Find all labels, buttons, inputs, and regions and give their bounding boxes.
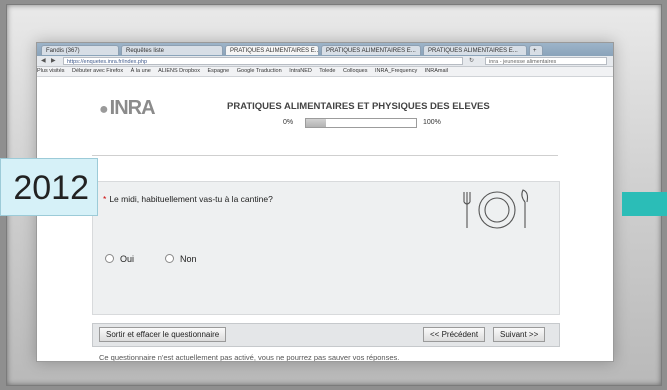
next-button[interactable]: Suivant >>	[493, 327, 546, 342]
bookmark-item[interactable]: Espagne	[207, 68, 229, 74]
progress-max-label: 100%	[423, 119, 441, 126]
logo-text: INRA	[109, 97, 156, 119]
tab-bar: Fandis (367) Requêtes liste PRATIQUES AL…	[37, 43, 613, 56]
option-label: Oui	[120, 254, 135, 264]
radio-oui[interactable]	[105, 254, 114, 263]
inra-logo: ● INRA	[99, 97, 156, 120]
option-non[interactable]: Non	[165, 254, 197, 264]
page-title: PRATIQUES ALIMENTAIRES ET PHYSIQUES DES …	[227, 101, 490, 112]
bookmark-item[interactable]: Plus visités	[37, 68, 65, 74]
reload-icon[interactable]: ↻	[469, 57, 474, 64]
previous-button[interactable]: << Précédent	[423, 327, 486, 342]
tab-3[interactable]: PRATIQUES ALIMENTAIRES E...	[225, 45, 319, 55]
navigation-bar: ◀ ▶ https://enquetes.inra.fr/index.php ↻…	[37, 56, 613, 67]
question-panel: * Le midi, habituellement vas-tu à la can…	[92, 181, 560, 315]
year-label: 2012	[0, 158, 98, 216]
option-oui[interactable]: Oui	[105, 254, 134, 264]
plate-cutlery-icon	[463, 189, 529, 229]
bookmark-item[interactable]: À la une	[131, 68, 151, 74]
search-input[interactable]: inra - jeunesse alimentaires	[485, 57, 607, 65]
new-tab-button[interactable]: +	[529, 45, 543, 55]
tab-1[interactable]: Fandis (367)	[41, 45, 119, 55]
question-label: Le midi, habituellement vas-tu à la cant…	[109, 194, 273, 204]
progress-bar	[305, 118, 417, 128]
address-input[interactable]: https://enquetes.inra.fr/index.php	[63, 57, 463, 65]
back-icon[interactable]: ◀	[41, 57, 46, 64]
required-mark: *	[103, 194, 107, 204]
option-label: Non	[180, 254, 197, 264]
navigation-buttons: Sortir et effacer le questionnaire << Pr…	[92, 323, 560, 347]
exit-button[interactable]: Sortir et effacer le questionnaire	[99, 327, 227, 342]
survey-page: ● INRA PRATIQUES ALIMENTAIRES ET PHYSIQUE…	[37, 77, 613, 361]
bookmarks-bar: Plus visités Débuter avec Firefox À la u…	[37, 67, 613, 77]
tab-2[interactable]: Requêtes liste	[121, 45, 223, 55]
divider	[92, 155, 558, 156]
progress-fill	[306, 119, 326, 127]
progress-min-label: 0%	[283, 119, 294, 126]
teal-accent-box	[622, 192, 667, 216]
browser-window: Fandis (367) Requêtes liste PRATIQUES AL…	[36, 42, 614, 362]
tab-5[interactable]: PRATIQUES ALIMENTAIRES E...	[423, 45, 527, 55]
forward-icon[interactable]: ▶	[51, 57, 56, 64]
bookmark-item[interactable]: INRA_Frequency	[375, 68, 417, 74]
status-note: Ce questionnaire n'est actuellement pas …	[99, 353, 400, 362]
bookmark-item[interactable]: ALIENS Dropbox	[158, 68, 200, 74]
bookmark-item[interactable]: IntraNED	[289, 68, 312, 74]
radio-non[interactable]	[165, 254, 174, 263]
bookmark-item[interactable]: Colloques	[343, 68, 367, 74]
tab-4[interactable]: PRATIQUES ALIMENTAIRES E...	[321, 45, 421, 55]
bookmark-item[interactable]: Tolede	[319, 68, 335, 74]
bookmark-item[interactable]: Débuter avec Firefox	[72, 68, 123, 74]
bookmark-item[interactable]: INRAmail	[425, 68, 448, 74]
bookmark-item[interactable]: Google Traduction	[237, 68, 282, 74]
question-text: * Le midi, habituellement vas-tu à la can…	[103, 194, 273, 204]
logo-mark-icon: ●	[99, 101, 109, 118]
